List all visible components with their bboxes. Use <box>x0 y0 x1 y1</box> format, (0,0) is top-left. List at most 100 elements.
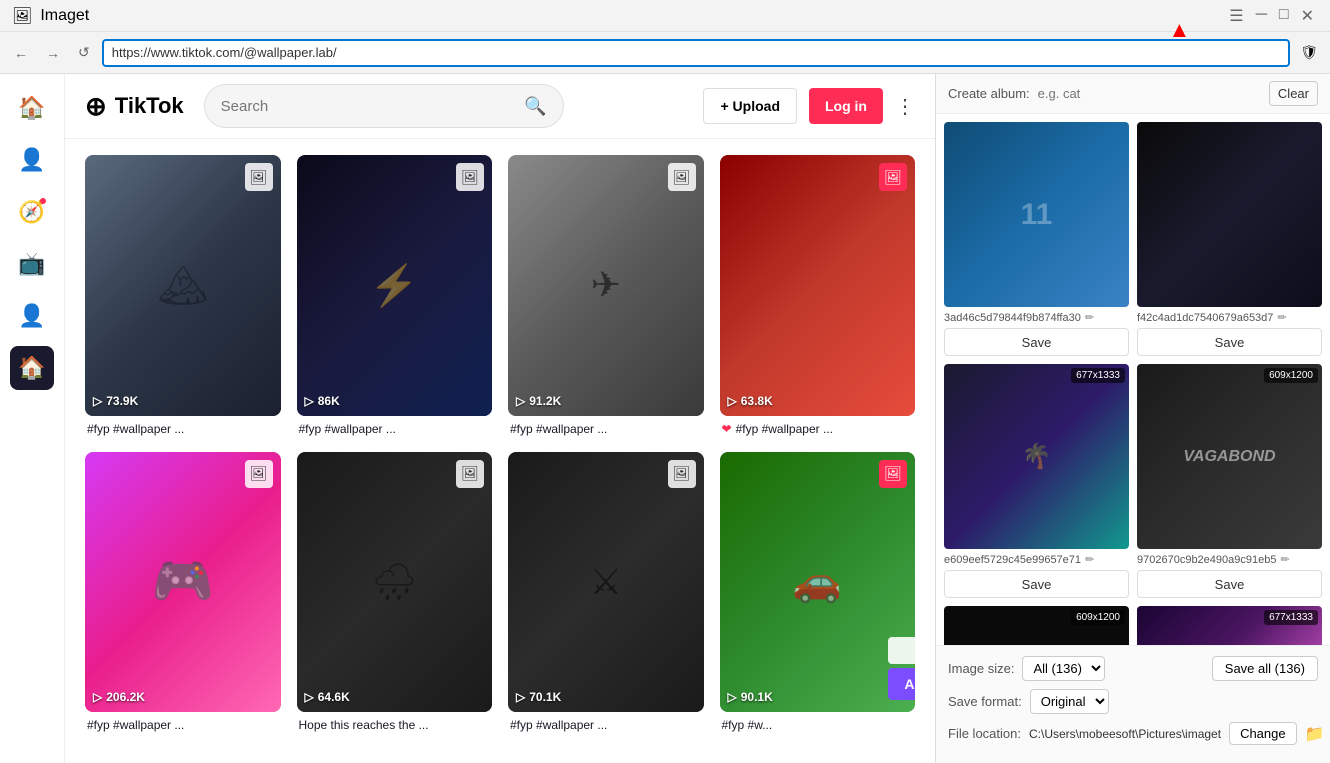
album-input[interactable] <box>1038 86 1261 101</box>
tiktok-sidebar: 🏠 👤 🧭 📺 👤 🏠 <box>0 74 65 763</box>
save-image-button-3[interactable]: Save <box>944 570 1129 598</box>
extension-icon[interactable]: 🛡 <box>1296 40 1322 65</box>
save-image-button-1[interactable]: Save <box>944 328 1129 356</box>
sidebar-item-explore[interactable]: 🧭 <box>10 190 54 234</box>
video-caption-5: #fyp #wallpaper ... <box>85 718 281 732</box>
overlay-area: Get app Auto Scroll <box>888 637 915 700</box>
save-icon-2[interactable]: 🖼 <box>456 163 484 191</box>
more-button[interactable]: ⋮ <box>895 94 915 119</box>
image-size-label: Image size: <box>948 661 1014 676</box>
image-size-row: Image size: All (136) Save all (136) <box>948 656 1318 681</box>
video-card-2[interactable]: ⚡ 🖼 86K #fyp #wallpaper ... <box>297 155 493 436</box>
image-card-5: 609x1200 <box>944 606 1129 645</box>
search-bar: 🔍 <box>204 84 564 128</box>
window-controls[interactable]: ☰ ─ □ ✕ <box>1225 6 1318 26</box>
video-stats-5: 206.2K <box>93 690 145 704</box>
right-panel: Create album: Clear 11 3ad46c5d79844f9b8… <box>935 74 1330 763</box>
maximize-icon[interactable]: □ <box>1275 6 1293 26</box>
upload-button[interactable]: + Upload <box>703 88 797 124</box>
image-thumb-3: 🌴 677x1333 <box>944 364 1129 549</box>
save-format-label: Save format: <box>948 694 1022 709</box>
title-bar: 🖼 Imaget ☰ ─ □ ✕ <box>0 0 1330 32</box>
edit-icon-1[interactable]: ✏ <box>1085 311 1094 324</box>
hamburger-icon[interactable]: ☰ <box>1225 6 1247 26</box>
video-caption-4: ❤ #fyp #wallpaper ... <box>720 422 916 436</box>
tiktok-logo-text: TikTok <box>115 93 184 119</box>
video-card-1[interactable]: 🏔 🖼 73.9K #fyp #wallpaper ... <box>85 155 281 436</box>
sidebar-item-profile[interactable]: 👤 <box>10 294 54 338</box>
file-location-label: File location: <box>948 726 1021 741</box>
image-thumb-1: 11 <box>944 122 1129 307</box>
image-filename-4: 9702670c9b2e490a9c91eb5 ✏ <box>1137 553 1322 566</box>
sidebar-item-friends[interactable]: 👤 <box>10 138 54 182</box>
video-card-4[interactable]: 🖼 63.8K ❤ #fyp #wallpaper ... <box>720 155 916 436</box>
format-select[interactable]: Original <box>1030 689 1109 714</box>
image-filename-2: f42c4ad1dc7540679a653d7 ✏ <box>1137 311 1322 324</box>
image-filename-3: e609eef5729c45e99657e71 ✏ <box>944 553 1129 566</box>
video-card-8[interactable]: 🚗 🖼 90.1K #fyp #w... Get app Auto Scroll… <box>720 452 916 733</box>
address-input[interactable] <box>102 39 1290 67</box>
image-thumb-2 <box>1137 122 1322 307</box>
tiktok-content: ⊕ TikTok 🔍 + Upload Log in ⋮ 🏔 <box>65 74 935 763</box>
video-card-6[interactable]: 🌧 🖼 64.6K Hope this reaches the ... <box>297 452 493 733</box>
image-card-1: 11 3ad46c5d79844f9b874ffa30 ✏ Save <box>944 122 1129 356</box>
edit-icon-4[interactable]: ✏ <box>1280 553 1289 566</box>
back-button[interactable]: ← <box>8 41 34 65</box>
auto-scroll-button[interactable]: Auto Scroll <box>888 668 915 700</box>
change-button[interactable]: Change <box>1229 722 1297 745</box>
close-icon[interactable]: ✕ <box>1297 6 1318 26</box>
search-button[interactable]: 🔍 <box>524 96 546 117</box>
get-app-button[interactable]: Get app <box>888 637 915 664</box>
search-input[interactable] <box>221 98 517 115</box>
save-icon-4[interactable]: 🖼 <box>879 163 907 191</box>
clear-button[interactable]: Clear <box>1269 81 1318 106</box>
reload-button[interactable]: ↺ <box>72 40 96 65</box>
image-card-2: f42c4ad1dc7540679a653d7 ✏ Save <box>1137 122 1322 356</box>
video-caption-6: Hope this reaches the ... <box>297 718 493 732</box>
red-arrow-indicator: ▲ <box>1168 17 1190 43</box>
sidebar-item-library[interactable]: 🏠 <box>10 346 54 390</box>
app-title: Imaget <box>40 7 89 25</box>
save-icon-6[interactable]: 🖼 <box>456 460 484 488</box>
create-album-label: Create album: <box>948 86 1030 101</box>
image-card-3: 🌴 677x1333 e609eef5729c45e99657e71 ✏ Sav… <box>944 364 1129 598</box>
minimize-icon[interactable]: ─ <box>1252 6 1271 26</box>
video-caption-7: #fyp #wallpaper ... <box>508 718 704 732</box>
video-card-7[interactable]: ⚔ 🖼 70.1K #fyp #wallpaper ... <box>508 452 704 733</box>
save-format-row: Save format: Original <box>948 689 1318 714</box>
save-icon-3[interactable]: 🖼 <box>668 163 696 191</box>
images-grid: 11 3ad46c5d79844f9b874ffa30 ✏ Save f42c4… <box>936 114 1330 645</box>
bottom-panel: Image size: All (136) Save all (136) Sav… <box>936 645 1330 763</box>
save-image-button-4[interactable]: Save <box>1137 570 1322 598</box>
image-size-badge-3: 677x1333 <box>1071 368 1125 383</box>
image-size-badge-5: 609x1200 <box>1071 610 1125 625</box>
tiktok-logo[interactable]: ⊕ TikTok <box>85 91 184 122</box>
video-stats-7: 70.1K <box>516 690 561 704</box>
image-size-select[interactable]: All (136) <box>1022 656 1105 681</box>
video-caption-1: #fyp #wallpaper ... <box>85 422 281 436</box>
video-caption-8: #fyp #w... <box>720 718 916 732</box>
save-icon-7[interactable]: 🖼 <box>668 460 696 488</box>
image-card-4: VAGABOND 609x1200 9702670c9b2e490a9c91eb… <box>1137 364 1322 598</box>
sidebar-item-live[interactable]: 📺 <box>10 242 54 286</box>
tiktok-header: ⊕ TikTok 🔍 + Upload Log in ⋮ <box>65 74 935 139</box>
edit-icon-2[interactable]: ✏ <box>1277 311 1286 324</box>
edit-icon-3[interactable]: ✏ <box>1085 553 1094 566</box>
login-button[interactable]: Log in <box>809 88 883 124</box>
video-card-5[interactable]: 🎮 🖼 206.2K #fyp #wallpaper ... <box>85 452 281 733</box>
video-grid: 🏔 🖼 73.9K #fyp #wallpaper ... ⚡ 🖼 <box>65 139 935 763</box>
folder-icon[interactable]: 📁 <box>1305 724 1325 744</box>
save-icon-5[interactable]: 🖼 <box>245 460 273 488</box>
sidebar-item-home[interactable]: 🏠 <box>10 86 54 130</box>
save-icon-8[interactable]: 🖼 <box>879 460 907 488</box>
forward-button[interactable]: → <box>40 41 66 65</box>
video-card-3[interactable]: ✈ 🖼 91.2K #fyp #wallpaper ... <box>508 155 704 436</box>
save-all-button[interactable]: Save all (136) <box>1212 656 1318 681</box>
save-image-button-2[interactable]: Save <box>1137 328 1322 356</box>
main-area: 🏠 👤 🧭 📺 👤 🏠 ⊕ TikTok 🔍 + Upload Log in ⋮ <box>0 74 1330 763</box>
video-caption-2: #fyp #wallpaper ... <box>297 422 493 436</box>
header-actions: + Upload Log in ⋮ <box>703 88 915 124</box>
browser-chrome: ← → ↺ ▲ 🛡 <box>0 32 1330 74</box>
save-icon-1[interactable]: 🖼 <box>245 163 273 191</box>
video-caption-3: #fyp #wallpaper ... <box>508 422 704 436</box>
